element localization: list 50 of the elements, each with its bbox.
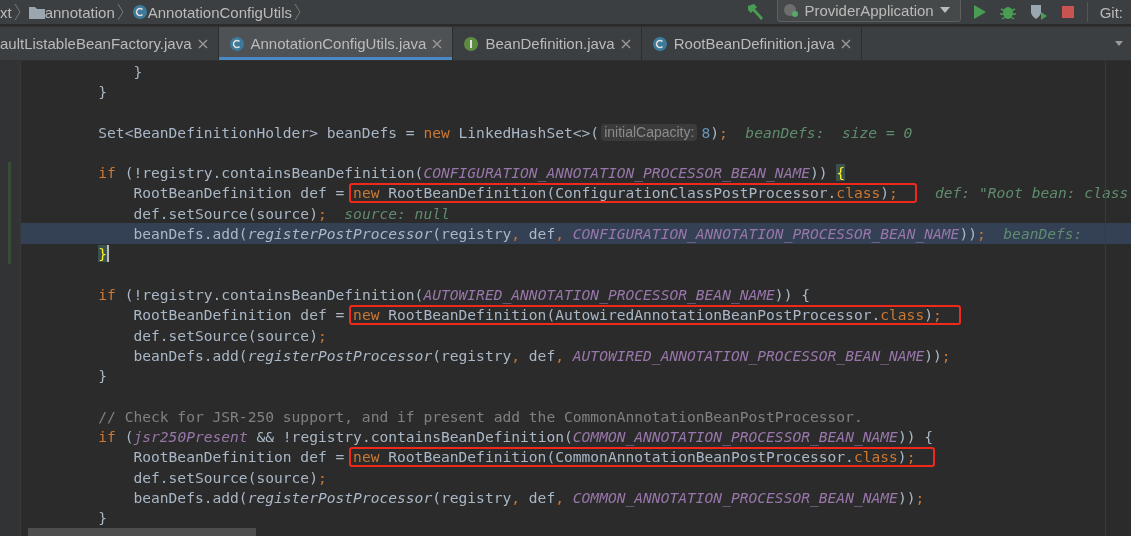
- app-icon: [782, 2, 801, 18]
- code-line: beanDefs.add(registerPostProcessor(registry, def, CONFIGURATION_ANNOTATION_PROCESSOR_BEAN_NAME)); beanDefs:: [132, 225, 1083, 242]
- breadcrumb-item[interactable]: AnnotationConfigUtils: [147, 3, 292, 21]
- run-icon[interactable]: [972, 4, 987, 20]
- caret-icon[interactable]: [1115, 40, 1123, 47]
- close-icon[interactable]: [432, 38, 443, 49]
- chevron-icon: [116, 3, 124, 21]
- code-line: // Check for JSR-250 support, and if present add the CommonAnnotationBeanPostProcessor.: [97, 407, 863, 425]
- scrollbar-thumb[interactable]: [28, 528, 256, 536]
- close-icon[interactable]: [840, 38, 851, 49]
- code-line: def.setSource(source);: [132, 468, 327, 486]
- breadcrumb-item[interactable]: xt: [0, 3, 12, 21]
- highlight-box: new RootBeanDefinition(AutowiredAnnotationBeanPostProcessor.class);: [349, 304, 962, 325]
- folder-icon: [28, 5, 45, 19]
- code-line: Set<BeanDefinitionHolder> beanDefs = new LinkedHashSet<>( initialCapacity: 8); beanDefs: size = 0: [97, 123, 913, 141]
- chevron-icon: [13, 3, 21, 21]
- caret-icon: [937, 5, 952, 15]
- code-line: def.setSource(source); source: null: [132, 204, 450, 222]
- code-line: RootBeanDefinition def = new RootBeanDefinition(CommonAnnotationBeanPostProcessor.class);: [28, 446, 935, 467]
- code-line: beanDefs.add(registerPostProcessor(registry, def, AUTOWIRED_ANNOTATION_PROCESSOR_BEAN_NAME));: [132, 346, 951, 364]
- code-line: RootBeanDefinition def = new RootBeanDefinition(AutowiredAnnotationBeanPostProcessor.class);: [28, 304, 962, 325]
- vcs-label: Git:: [1099, 3, 1123, 21]
- highlight-box: new RootBeanDefinition(CommonAnnotationBeanPostProcessor.class);: [349, 446, 935, 467]
- highlight-box: new RootBeanDefinition(ConfigurationClassPostProcessor.class);: [349, 182, 918, 203]
- hammer-icon[interactable]: [745, 3, 766, 21]
- editor-tab[interactable]: aultListableBeanFactory.java: [0, 27, 219, 60]
- class-icon: [131, 4, 148, 20]
- class-icon: [228, 35, 245, 52]
- run-configuration-dropdown[interactable]: ProviderApplication: [777, 0, 961, 22]
- editor-tab[interactable]: AnnotationConfigUtils.java: [218, 27, 454, 60]
- code-line: beanDefs.add(registerPostProcessor(registry, def, COMMON_ANNOTATION_PROCESSOR_BEAN_NAME));: [132, 488, 925, 506]
- code-line: if (!registry.containsBeanDefinition(AUTOWIRED_ANNOTATION_PROCESSOR_BEAN_NAME)) {: [97, 285, 810, 303]
- code-line: RootBeanDefinition def = new RootBeanDefinition(ConfigurationClassPostProcessor.class); def: "Root bean: class: [132, 182, 1129, 203]
- interface-icon: [463, 35, 480, 52]
- breadcrumb-item[interactable]: annotation: [44, 3, 115, 21]
- stop-icon[interactable]: [1060, 5, 1075, 19]
- code-line: }: [97, 367, 108, 385]
- close-icon[interactable]: [197, 38, 208, 49]
- class-icon: [651, 35, 668, 52]
- code-line: }: [132, 62, 143, 80]
- editor-tab[interactable]: RootBeanDefinition.java: [641, 27, 862, 60]
- code-line: def.setSource(source);: [132, 326, 327, 344]
- code-line: }: [97, 509, 108, 527]
- code-line: if (!registry.containsBeanDefinition(CONFIGURATION_ANNOTATION_PROCESSOR_BEAN_NAME)) {: [97, 164, 846, 182]
- editor-tab[interactable]: BeanDefinition.java: [453, 27, 642, 60]
- chevron-icon: [294, 3, 301, 21]
- code-line: if (jsr250Present && !registry.containsBeanDefinition(COMMON_ANNOTATION_PROCESSOR_BEAN_NAME)) {: [97, 428, 934, 445]
- shield-icon[interactable]: [1028, 3, 1049, 21]
- code-line: }: [97, 82, 108, 100]
- close-icon[interactable]: [620, 38, 631, 49]
